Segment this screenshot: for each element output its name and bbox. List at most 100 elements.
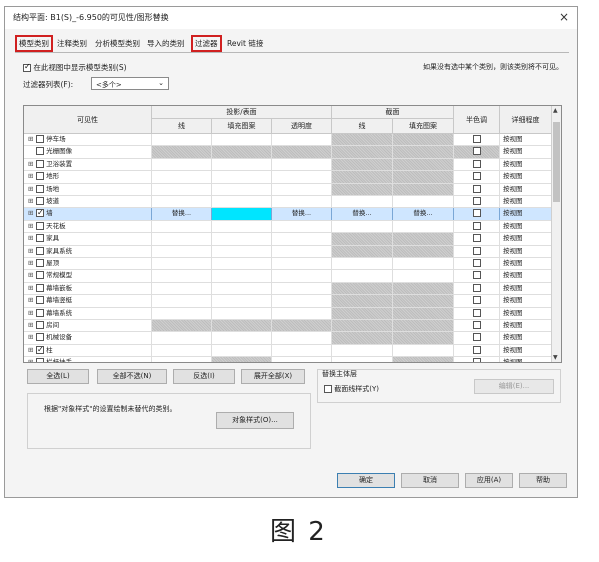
scroll-thumb[interactable] [553, 122, 560, 202]
table-row[interactable]: ⊞ 场地 按视图 [24, 183, 552, 196]
category-visibility-cell[interactable]: ⊞ 坡道 [24, 196, 152, 208]
override-cell-ptrans[interactable] [272, 295, 332, 307]
override-cell-clines[interactable] [332, 332, 393, 344]
override-cell-plines[interactable] [152, 183, 212, 195]
category-visibility-cell[interactable]: ⊞ 柱 [24, 344, 152, 357]
override-cell-ptrans[interactable] [272, 134, 332, 146]
category-visibility-cell[interactable]: ⊞ 停车场 [24, 134, 152, 146]
detail-level-cell[interactable]: 按视图 [500, 258, 552, 270]
halftone-checkbox[interactable] [472, 345, 481, 354]
override-cell-ppattern[interactable] [212, 295, 272, 307]
override-cell-ptrans[interactable] [272, 196, 332, 208]
override-cell-clines[interactable] [332, 171, 393, 183]
table-row[interactable]: ⊞ 坡道 按视图 [24, 196, 552, 209]
halftone-checkbox[interactable] [472, 358, 481, 362]
category-checkbox[interactable] [36, 147, 44, 156]
override-cell-clines[interactable] [332, 357, 393, 362]
halftone-cell[interactable] [454, 320, 500, 332]
table-row[interactable]: ⊞ 幕墙竖梃 按视图 [24, 295, 552, 308]
close-icon[interactable]: × [559, 10, 569, 24]
expand-icon[interactable]: ⊞ [28, 295, 36, 306]
detail-level-cell[interactable]: 按视图 [500, 307, 552, 319]
expand-icon[interactable]: ⊞ [28, 159, 36, 170]
override-cell-cpattern[interactable] [393, 134, 454, 146]
halftone-checkbox[interactable] [472, 333, 481, 342]
halftone-checkbox[interactable] [472, 308, 481, 317]
override-cell-ppattern[interactable] [212, 282, 272, 295]
table-row[interactable]: ⊞ 屋顶 按视图 [24, 258, 552, 271]
override-cell-ptrans[interactable]: 替换... [272, 208, 332, 220]
halftone-cell[interactable] [454, 258, 500, 270]
halftone-checkbox[interactable] [472, 135, 481, 143]
halftone-checkbox[interactable] [472, 147, 481, 156]
category-visibility-cell[interactable]: ⊞ 常规模型 [24, 270, 152, 282]
category-checkbox[interactable] [36, 172, 44, 181]
detail-level-cell[interactable]: 按视图 [500, 282, 552, 295]
override-cell-ptrans[interactable] [272, 245, 332, 257]
override-cell-ptrans[interactable] [272, 220, 332, 233]
halftone-cell[interactable] [454, 196, 500, 208]
override-cell-plines[interactable] [152, 158, 212, 171]
halftone-cell[interactable] [454, 183, 500, 195]
expand-icon[interactable]: ⊞ [28, 270, 36, 281]
halftone-checkbox[interactable] [472, 283, 481, 292]
detail-level-cell[interactable]: 按视图 [500, 183, 552, 195]
halftone-checkbox[interactable] [472, 209, 481, 218]
halftone-cell[interactable] [454, 134, 500, 146]
table-row[interactable]: ⊞ 卫浴装置 按视图 [24, 158, 552, 172]
category-grid[interactable]: 可见性 投影/表面 截面 半色调 详细程度 线 填充图案 透明度 线 填充图案 … [23, 105, 562, 363]
override-cell-ptrans[interactable] [272, 183, 332, 195]
category-checkbox[interactable] [36, 207, 44, 218]
detail-level-cell[interactable]: 按视图 [500, 320, 552, 332]
halftone-checkbox[interactable] [472, 271, 481, 280]
table-row[interactable]: ⊞ 柱 按视图 [24, 344, 552, 358]
category-checkbox[interactable] [36, 271, 44, 280]
category-visibility-cell[interactable]: ⊞ 家具系统 [24, 245, 152, 257]
override-cell-clines[interactable] [332, 344, 393, 357]
override-cell-plines[interactable] [152, 270, 212, 282]
override-cell-plines[interactable] [152, 146, 212, 158]
override-cell-cpattern[interactable] [393, 332, 454, 344]
override-cell-cpattern[interactable] [393, 183, 454, 195]
category-visibility-cell[interactable]: ⊞ 天花板 [24, 220, 152, 233]
override-cell-ppattern[interactable] [212, 220, 272, 233]
expand-icon[interactable]: ⊞ [28, 208, 36, 219]
category-visibility-cell[interactable]: ⊞ 卫浴装置 [24, 158, 152, 171]
halftone-cell[interactable] [454, 295, 500, 307]
select-all-button[interactable]: 全选(L) [27, 369, 89, 384]
override-cell-cpattern[interactable] [393, 158, 454, 171]
halftone-cell[interactable] [454, 357, 500, 362]
override-cell-clines[interactable] [332, 270, 393, 282]
override-cell-clines[interactable] [332, 146, 393, 158]
override-cell-ptrans[interactable] [272, 282, 332, 295]
expand-icon[interactable]: ⊞ [28, 308, 36, 319]
category-visibility-cell[interactable]: ⊞ 幕墙嵌板 [24, 282, 152, 295]
category-checkbox[interactable] [36, 221, 44, 230]
expand-icon[interactable]: ⊞ [28, 134, 36, 145]
table-row[interactable]: ⊞ 栏杆扶手 按视图 [24, 357, 552, 362]
category-checkbox[interactable] [36, 308, 44, 317]
override-cell-ptrans[interactable] [272, 158, 332, 171]
scroll-up-icon[interactable]: ▲ [553, 107, 558, 114]
expand-icon[interactable]: ⊞ [28, 357, 36, 362]
category-visibility-cell[interactable]: ⊞ 墙 [24, 207, 152, 220]
table-row[interactable]: ⊞ 家具系统 按视图 [24, 245, 552, 258]
override-cell-ptrans[interactable] [272, 233, 332, 245]
override-cell-plines[interactable] [152, 332, 212, 344]
override-cell-clines[interactable] [332, 320, 393, 332]
expand-icon[interactable]: ⊞ [28, 320, 36, 331]
override-cell-clines[interactable] [332, 258, 393, 270]
category-checkbox[interactable] [36, 135, 44, 143]
halftone-cell[interactable] [454, 146, 500, 158]
table-row[interactable]: ⊞ 家具 按视图 [24, 233, 552, 246]
override-cell-ppattern[interactable] [212, 307, 272, 319]
override-cell-cpattern[interactable]: 替换... [393, 208, 454, 220]
override-cell-cpattern[interactable] [393, 282, 454, 295]
show-model-checkbox[interactable] [23, 62, 31, 72]
detail-level-cell[interactable]: 按视图 [500, 357, 552, 362]
category-visibility-cell[interactable]: 光栅图像 [24, 146, 152, 158]
halftone-cell[interactable] [454, 208, 500, 220]
grid-scrollbar[interactable]: ▲ ▼ [551, 106, 561, 362]
override-cell-ppattern[interactable] [212, 332, 272, 344]
category-checkbox[interactable] [36, 246, 44, 255]
